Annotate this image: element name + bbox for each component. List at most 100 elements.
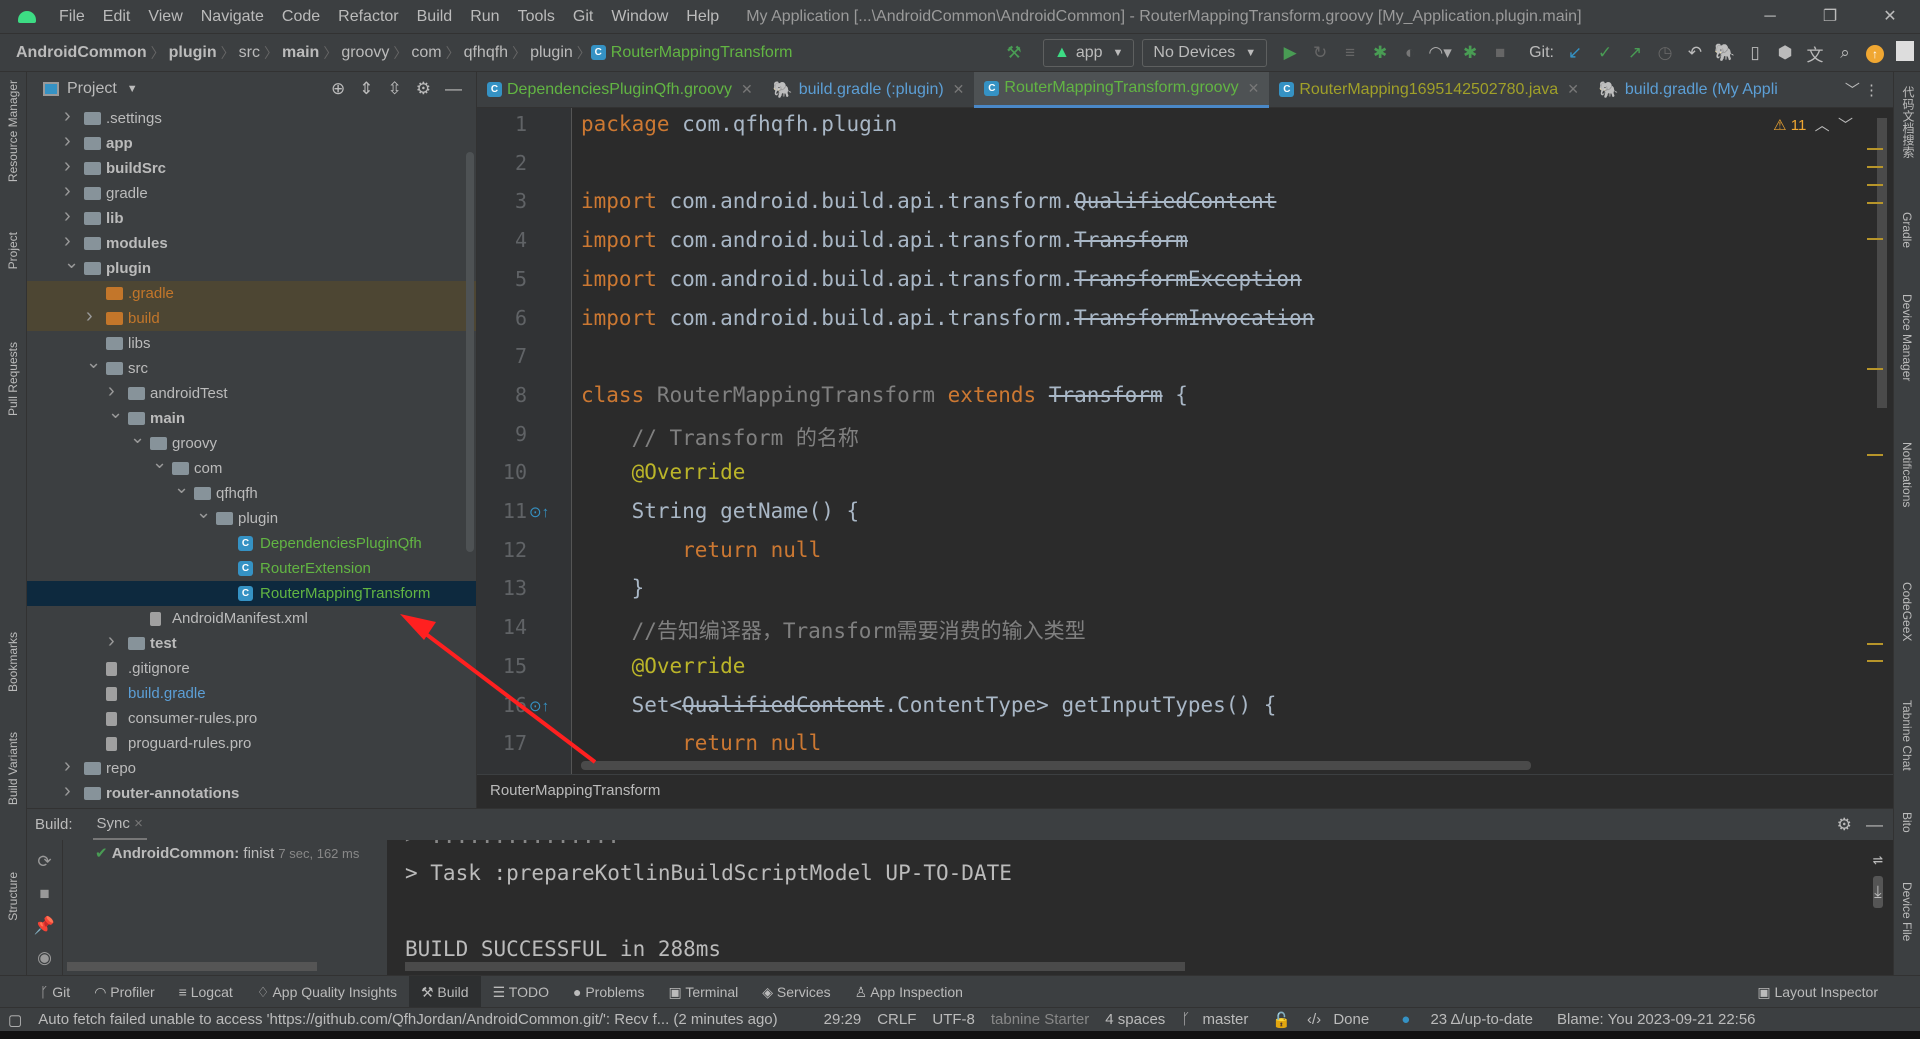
breadcrumb-item[interactable]: plugin: [526, 44, 577, 62]
code-line[interactable]: class RouterMappingTransform extends Tra…: [581, 383, 1188, 407]
close-icon[interactable]: ✕: [1248, 80, 1260, 97]
tree-item[interactable]: ⌄ plugin: [27, 502, 476, 531]
file-encoding[interactable]: UTF-8: [924, 1011, 983, 1028]
tree-item[interactable]: ⌄ src: [27, 352, 476, 381]
layout-inspector-button[interactable]: ▣ Layout Inspector: [1745, 976, 1890, 1008]
coverage-icon[interactable]: ◠▾: [1425, 43, 1455, 63]
blame-status[interactable]: Blame: You 2023-09-21 22:56: [1549, 1011, 1764, 1028]
sync-icon[interactable]: ⟳: [27, 846, 62, 878]
project-view-selector[interactable]: Project: [67, 80, 117, 98]
tree-item[interactable]: ⌄ groovy: [27, 427, 476, 456]
chevron-right-icon[interactable]: ›: [64, 179, 71, 204]
device-dropdown[interactable]: No Devices ▼: [1142, 39, 1268, 67]
stop-icon[interactable]: ■: [27, 878, 62, 910]
tree-item[interactable]: ⌄ qfhqfh: [27, 477, 476, 506]
status-message[interactable]: Auto fetch failed unable to access 'http…: [30, 1011, 785, 1028]
search-icon[interactable]: ⌕: [1830, 43, 1860, 63]
tree-item[interactable]: AndroidManifest.xml: [27, 606, 476, 631]
menu-view[interactable]: View: [148, 8, 182, 26]
code-line[interactable]: return null: [581, 731, 821, 755]
tree-item[interactable]: › .settings: [27, 104, 476, 131]
close-icon[interactable]: ✕: [1567, 81, 1579, 98]
collapse-all-icon[interactable]: ⇳: [388, 79, 402, 99]
breadcrumb-item[interactable]: plugin: [165, 44, 221, 62]
right-strip-5[interactable]: Tabnine Chat: [1900, 700, 1914, 771]
left-strip-4[interactable]: Build Variants: [6, 732, 20, 805]
tree-item[interactable]: consumer-rules.pro: [27, 706, 476, 731]
tree-item[interactable]: › router-annotations: [27, 780, 476, 806]
code-line[interactable]: import com.android.build.api.transform.T…: [581, 267, 1302, 291]
project-scrollbar[interactable]: [466, 152, 474, 552]
translate-icon[interactable]: 文: [1800, 41, 1830, 66]
warning-stripe-mark[interactable]: [1867, 184, 1883, 186]
code-line[interactable]: @Override: [581, 460, 746, 484]
tree-item[interactable]: › test: [27, 630, 476, 656]
chevron-right-icon[interactable]: ›: [64, 104, 71, 129]
build-tree-scrollbar[interactable]: [67, 962, 317, 971]
rerun-icon[interactable]: ↻: [1305, 43, 1335, 63]
tree-item[interactable]: build.gradle: [27, 681, 476, 706]
code-line[interactable]: Set<QualifiedContent.ContentType> getInp…: [581, 693, 1277, 717]
editor-horizontal-scrollbar[interactable]: [581, 761, 1531, 770]
tree-item[interactable]: C RouterExtension: [27, 556, 476, 581]
warning-stripe-mark[interactable]: [1867, 148, 1883, 150]
menu-code[interactable]: Code: [282, 8, 320, 26]
breadcrumb-item[interactable]: qfhqfh: [460, 44, 512, 62]
tool-window-todo[interactable]: ☰ TODO: [481, 976, 561, 1008]
git-commit-icon[interactable]: ✓: [1590, 43, 1620, 63]
eye-icon[interactable]: ◉: [27, 942, 62, 974]
tree-item[interactable]: .gradle: [27, 281, 476, 306]
menu-refactor[interactable]: Refactor: [338, 8, 398, 26]
editor-tab[interactable]: C DependenciesPluginQfh.groovy ✕: [477, 72, 763, 108]
left-strip-2[interactable]: Pull Requests: [6, 342, 20, 416]
code-editor[interactable]: 1 2 3 4 5 6 7 8 9 10 11 12 13 14 15 16 17 ⊙↑ ⊙↑ package co…: [477, 108, 1893, 774]
menu-edit[interactable]: Edit: [103, 8, 131, 26]
hide-icon[interactable]: —: [1866, 815, 1883, 834]
right-strip-1[interactable]: Gradle: [1900, 212, 1914, 248]
code-line[interactable]: @Override: [581, 654, 746, 678]
gear-icon[interactable]: ⚙: [416, 79, 431, 99]
left-strip-3[interactable]: Bookmarks: [6, 632, 20, 692]
tree-item[interactable]: ⌄ main: [27, 402, 476, 431]
tool-window-app-inspection[interactable]: ♙ App Inspection: [843, 976, 975, 1008]
chevron-down-icon[interactable]: ⌄: [86, 350, 101, 375]
tree-item[interactable]: › repo: [27, 754, 476, 781]
code-line[interactable]: package com.qfhqfh.plugin: [581, 112, 897, 136]
chevron-right-icon[interactable]: ›: [64, 754, 71, 779]
chevron-down-icon[interactable]: ⌄: [174, 475, 189, 500]
editor-tab[interactable]: 🐘 build.gradle (:plugin) ✕: [763, 72, 975, 108]
gradle-sync-icon[interactable]: 🐘: [1710, 43, 1740, 63]
avatar[interactable]: [1890, 40, 1920, 66]
chevron-down-icon[interactable]: ⌄: [130, 425, 145, 450]
locate-icon[interactable]: ⊕: [331, 79, 345, 99]
codegeex-status[interactable]: ‹/› Done: [1299, 1011, 1385, 1028]
indent-setting[interactable]: 4 spaces: [1097, 1011, 1173, 1028]
right-strip-3[interactable]: Notifications: [1900, 442, 1914, 507]
stop-icon[interactable]: ■: [1485, 43, 1515, 63]
breadcrumb-item[interactable]: main: [278, 44, 323, 62]
tool-window-terminal[interactable]: ▣ Terminal: [656, 976, 750, 1008]
tool-window-build[interactable]: ⚒ Build: [408, 975, 481, 1008]
chevron-right-icon[interactable]: ›: [86, 304, 93, 329]
tool-window-logcat[interactable]: ≡ Logcat: [167, 976, 245, 1008]
tree-item[interactable]: › modules: [27, 230, 476, 256]
breadcrumb-item[interactable]: src: [235, 44, 264, 62]
tree-item[interactable]: › gradle: [27, 179, 476, 206]
git-update-icon[interactable]: ↙: [1560, 43, 1590, 63]
debug-icon[interactable]: ✱: [1365, 43, 1395, 63]
tool-window-problems[interactable]: ● Problems: [561, 976, 657, 1008]
right-strip-4[interactable]: CodeGeeX: [1900, 582, 1914, 641]
chevron-right-icon[interactable]: ›: [64, 129, 71, 154]
right-strip-6[interactable]: Bito: [1900, 812, 1914, 833]
tool-window-services[interactable]: ◈ Services: [750, 976, 842, 1008]
tree-item[interactable]: › build: [27, 304, 476, 331]
close-icon[interactable]: ✕: [953, 81, 965, 98]
tree-item[interactable]: › lib: [27, 205, 476, 231]
console-scrollbar[interactable]: [405, 962, 1185, 971]
tabnine-status[interactable]: tabnine Starter: [983, 1011, 1097, 1028]
profile-icon[interactable]: ◐: [1395, 43, 1425, 63]
left-strip-5[interactable]: Structure: [6, 872, 20, 921]
code-line[interactable]: //告知编译器，Transform需要消费的输入类型: [581, 615, 1086, 645]
warning-stripe-mark[interactable]: [1867, 166, 1883, 168]
tool-window-profiler[interactable]: ◠ Profiler: [82, 976, 166, 1008]
